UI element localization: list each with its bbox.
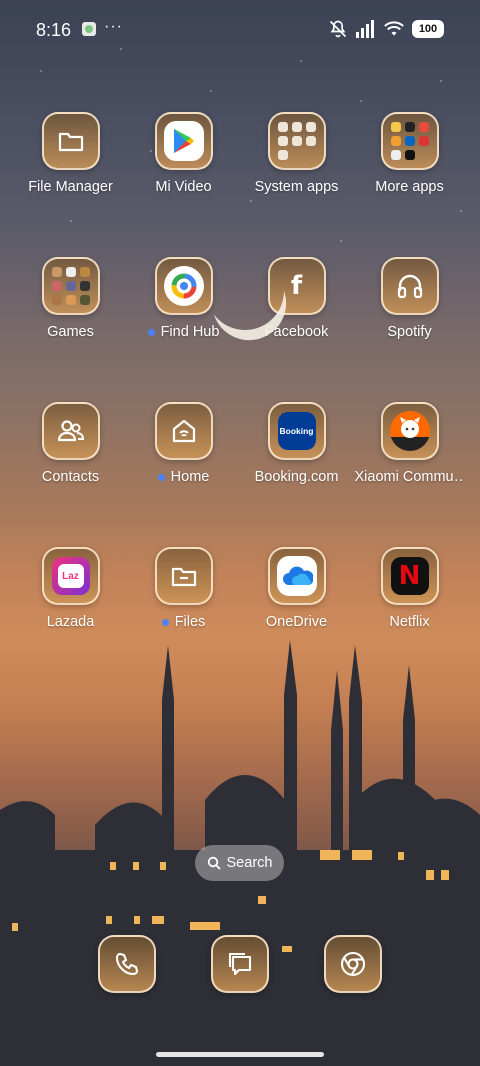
app-label: Xiaomi Commu… — [354, 469, 465, 485]
app-label: Netflix — [389, 614, 430, 630]
onedrive-icon[interactable] — [267, 547, 326, 605]
notification-app-icon — [82, 22, 96, 36]
app-netflix[interactable]: N Netflix — [353, 547, 466, 630]
app-facebook[interactable]: f Facebook — [240, 257, 353, 340]
facebook-glyph: f — [290, 271, 303, 301]
app-home[interactable]: Home — [127, 402, 240, 485]
signal-icon — [356, 20, 374, 38]
app-label: Lazada — [46, 614, 95, 630]
more-notifications-icon: ··· — [104, 18, 123, 35]
app-label: Files — [161, 614, 206, 630]
lazada-logo-text: Laz — [62, 570, 79, 582]
search-icon — [207, 856, 221, 870]
app-label: OneDrive — [265, 614, 328, 630]
contacts-icon[interactable] — [41, 402, 100, 460]
app-booking[interactable]: Booking Booking.com — [240, 402, 353, 485]
app-label: File Manager — [28, 179, 113, 195]
battery-icon: 100 — [412, 20, 444, 38]
new-app-badge — [161, 618, 169, 626]
app-grid: File Manager Mi Video System apps More a… — [14, 112, 466, 630]
find-hub-icon[interactable] — [154, 257, 213, 315]
folder-grid-icon[interactable] — [267, 112, 326, 170]
app-xiaomi-community[interactable]: Xiaomi Commu… — [353, 402, 466, 485]
search-label: Search — [226, 855, 273, 871]
new-app-badge — [147, 328, 155, 336]
home-indicator[interactable] — [156, 1052, 324, 1057]
folder-system-apps[interactable]: System apps — [240, 112, 353, 195]
files-icon[interactable] — [154, 547, 213, 605]
headphones-icon[interactable] — [380, 257, 439, 315]
app-label-text: Find Hub — [160, 324, 220, 340]
app-label: Facebook — [264, 324, 329, 340]
folder-grid-icon[interactable] — [380, 112, 439, 170]
folder-more-apps[interactable]: More apps — [353, 112, 466, 195]
home-icon[interactable] — [154, 402, 213, 460]
app-label-text: Files — [174, 614, 206, 630]
status-bar: 8:16 ··· 100 — [0, 0, 480, 60]
wifi-icon — [384, 21, 404, 36]
app-onedrive[interactable]: OneDrive — [240, 547, 353, 630]
chrome-icon[interactable] — [324, 935, 382, 993]
app-label-text: Home — [170, 469, 210, 485]
booking-logo-text: Booking — [279, 426, 314, 436]
mute-icon — [329, 20, 347, 38]
folder-games[interactable]: Games — [14, 257, 127, 340]
app-label: System apps — [254, 179, 339, 195]
app-label: Contacts — [41, 469, 100, 485]
app-spotify[interactable]: Spotify — [353, 257, 466, 340]
messages-icon[interactable] — [211, 935, 269, 993]
status-icons: 100 — [328, 19, 444, 39]
app-find-hub[interactable]: Find Hub — [127, 257, 240, 340]
search-button[interactable]: Search — [195, 845, 284, 881]
app-contacts[interactable]: Contacts — [14, 402, 127, 485]
status-time: 8:16 — [36, 20, 72, 40]
folder-icon[interactable] — [41, 112, 100, 170]
app-label: Spotify — [387, 324, 432, 340]
facebook-icon[interactable]: f — [267, 257, 326, 315]
app-label: Find Hub — [147, 324, 220, 340]
app-label: Home — [157, 469, 210, 485]
app-file-manager[interactable]: File Manager — [14, 112, 127, 195]
app-files[interactable]: Files — [127, 547, 240, 630]
xiaomi-community-icon[interactable] — [380, 402, 439, 460]
app-label: Booking.com — [254, 469, 339, 485]
booking-icon[interactable]: Booking — [267, 402, 326, 460]
folder-grid-icon[interactable] — [41, 257, 100, 315]
app-label: More apps — [375, 179, 444, 195]
app-label: Games — [47, 324, 94, 340]
new-app-badge — [157, 473, 165, 481]
app-label: Mi Video — [155, 179, 212, 195]
netflix-icon[interactable]: N — [380, 547, 439, 605]
dock — [98, 935, 382, 993]
netflix-logo-text: N — [398, 561, 421, 591]
lazada-icon[interactable]: Laz — [41, 547, 100, 605]
app-mi-video[interactable]: Mi Video — [127, 112, 240, 195]
app-lazada[interactable]: Laz Lazada — [14, 547, 127, 630]
phone-icon[interactable] — [98, 935, 156, 993]
play-icon[interactable] — [154, 112, 213, 170]
